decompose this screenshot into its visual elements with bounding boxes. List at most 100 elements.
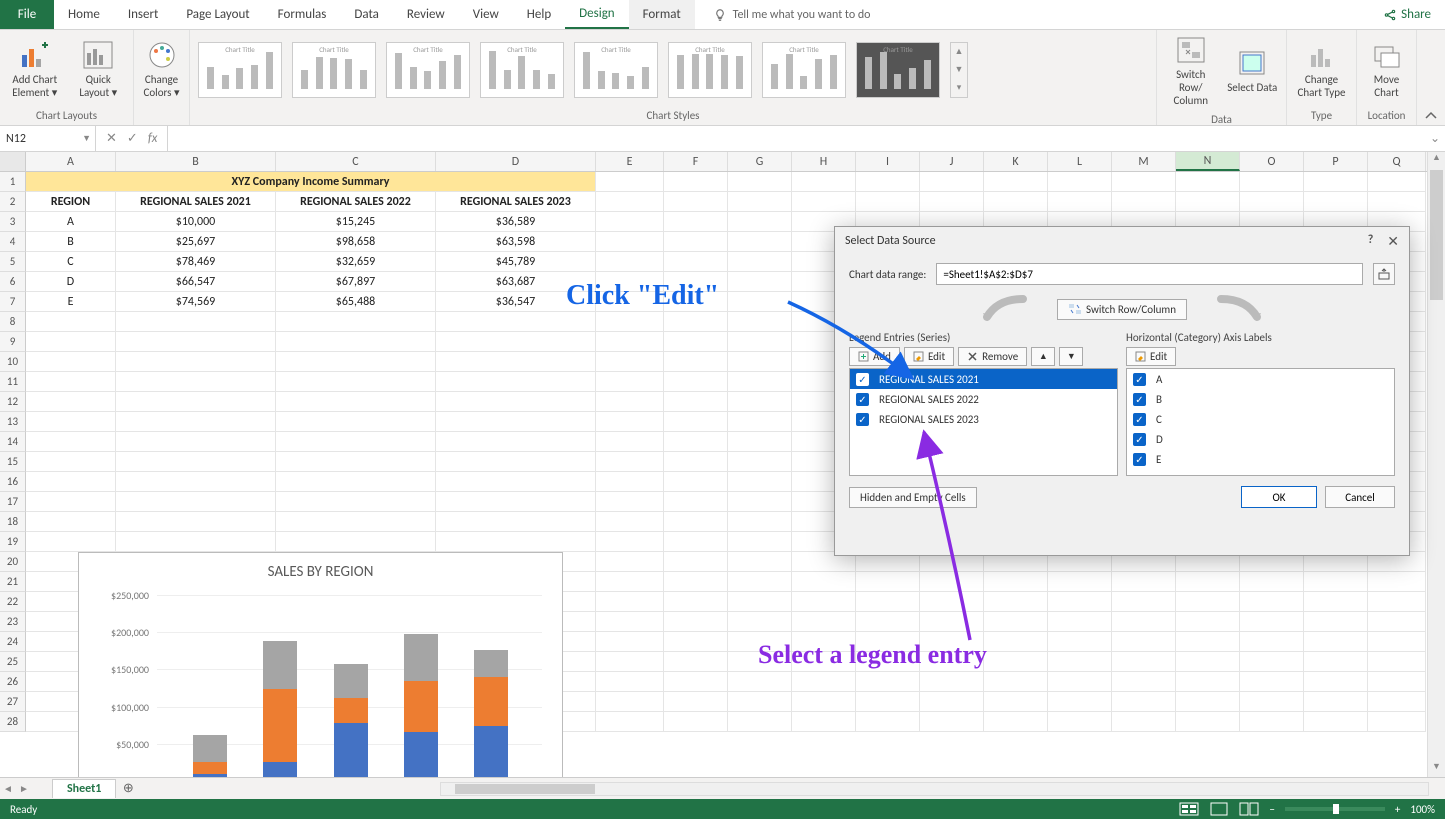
cell[interactable]	[1304, 712, 1368, 732]
select-data-button[interactable]: Select Data	[1225, 45, 1281, 98]
cell[interactable]: $36,547	[436, 292, 596, 312]
cell[interactable]	[1304, 612, 1368, 632]
cell[interactable]	[920, 572, 984, 592]
cell[interactable]	[1112, 712, 1176, 732]
cell[interactable]	[1176, 712, 1240, 732]
expand-formula-bar-icon[interactable]: ⌄	[1425, 131, 1445, 146]
change-colors-button[interactable]: Change Colors ▾	[140, 37, 183, 103]
cell[interactable]	[664, 452, 728, 472]
cell[interactable]	[436, 492, 596, 512]
cell[interactable]	[792, 632, 856, 652]
cell[interactable]	[1048, 572, 1112, 592]
cell[interactable]	[276, 472, 436, 492]
tab-design[interactable]: Design	[565, 0, 628, 29]
axis-edit-button[interactable]: Edit	[1126, 347, 1176, 366]
cell[interactable]: B	[26, 232, 116, 252]
row-header[interactable]: 18	[0, 512, 26, 532]
cell[interactable]	[1176, 192, 1240, 212]
tab-data[interactable]: Data	[340, 0, 393, 29]
cell[interactable]	[1368, 172, 1426, 192]
cell[interactable]	[436, 432, 596, 452]
category-list-item[interactable]: ✓C	[1127, 409, 1394, 429]
cell[interactable]	[26, 392, 116, 412]
cell[interactable]	[1368, 652, 1426, 672]
cell[interactable]	[1240, 672, 1304, 692]
column-header[interactable]: C	[276, 152, 436, 171]
cell[interactable]	[596, 692, 664, 712]
cell[interactable]: REGION	[26, 192, 116, 212]
cell[interactable]: $98,658	[276, 232, 436, 252]
cell[interactable]	[26, 432, 116, 452]
cell[interactable]: $36,589	[436, 212, 596, 232]
tab-review[interactable]: Review	[393, 0, 459, 29]
cell[interactable]	[792, 692, 856, 712]
cell[interactable]	[920, 652, 984, 672]
cell[interactable]	[728, 212, 792, 232]
row-header[interactable]: 14	[0, 432, 26, 452]
cell[interactable]	[920, 172, 984, 192]
cell[interactable]	[1176, 652, 1240, 672]
cell[interactable]: C	[26, 252, 116, 272]
cell[interactable]	[1176, 692, 1240, 712]
scroll-down-icon[interactable]: ▼	[1428, 761, 1445, 777]
cell[interactable]	[276, 372, 436, 392]
new-sheet-button[interactable]: ⊕	[116, 781, 140, 796]
cell[interactable]	[596, 612, 664, 632]
chart-data-range-input[interactable]	[936, 263, 1363, 285]
cell[interactable]	[276, 332, 436, 352]
cell[interactable]	[664, 552, 728, 572]
cell[interactable]	[728, 472, 792, 492]
cell[interactable]	[856, 612, 920, 632]
cell[interactable]	[276, 532, 436, 552]
chart-style-thumb[interactable]: Chart Title	[762, 42, 846, 98]
cell[interactable]	[1240, 172, 1304, 192]
fx-icon[interactable]: fx	[148, 131, 158, 146]
cell[interactable]	[1176, 572, 1240, 592]
row-header[interactable]: 11	[0, 372, 26, 392]
cell[interactable]	[664, 232, 728, 252]
checkbox-icon[interactable]: ✓	[1133, 413, 1146, 426]
cell[interactable]	[1112, 652, 1176, 672]
cell[interactable]: $74,569	[116, 292, 276, 312]
cell[interactable]	[728, 512, 792, 532]
series-move-down-button[interactable]: ▼	[1059, 347, 1083, 366]
cell[interactable]	[1048, 712, 1112, 732]
cell[interactable]: $67,897	[276, 272, 436, 292]
row-header[interactable]: 5	[0, 252, 26, 272]
cell[interactable]	[728, 272, 792, 292]
cell[interactable]	[920, 592, 984, 612]
checkbox-icon[interactable]: ✓	[856, 413, 869, 426]
cell[interactable]	[856, 572, 920, 592]
cell[interactable]	[792, 572, 856, 592]
cell[interactable]: REGIONAL SALES 2022	[276, 192, 436, 212]
chart-style-thumb[interactable]: Chart Title	[480, 42, 564, 98]
row-header[interactable]: 8	[0, 312, 26, 332]
cell[interactable]	[792, 652, 856, 672]
cell[interactable]	[856, 712, 920, 732]
checkbox-icon[interactable]: ✓	[1133, 373, 1146, 386]
cell[interactable]	[1112, 632, 1176, 652]
cell[interactable]	[436, 472, 596, 492]
cell[interactable]	[116, 532, 276, 552]
column-header[interactable]: N	[1176, 152, 1240, 171]
cell[interactable]	[116, 492, 276, 512]
sheet-nav-prev-icon[interactable]: ►	[16, 782, 32, 795]
column-header[interactable]: B	[116, 152, 276, 171]
cell[interactable]	[920, 692, 984, 712]
cell[interactable]	[1048, 672, 1112, 692]
row-header[interactable]: 13	[0, 412, 26, 432]
cell[interactable]	[116, 452, 276, 472]
cell[interactable]	[920, 672, 984, 692]
column-header[interactable]: P	[1304, 152, 1368, 171]
cell[interactable]	[596, 552, 664, 572]
cell[interactable]	[596, 532, 664, 552]
cell[interactable]: REGIONAL SALES 2021	[116, 192, 276, 212]
cell[interactable]	[1240, 572, 1304, 592]
row-header[interactable]: 12	[0, 392, 26, 412]
enter-icon[interactable]: ✓	[127, 131, 138, 146]
cell[interactable]	[984, 592, 1048, 612]
vertical-scrollbar[interactable]: ▲ ▼	[1427, 152, 1445, 777]
category-listbox[interactable]: ✓A✓B✓C✓D✓E	[1126, 368, 1395, 476]
cell[interactable]: $15,245	[276, 212, 436, 232]
cell[interactable]	[1112, 672, 1176, 692]
